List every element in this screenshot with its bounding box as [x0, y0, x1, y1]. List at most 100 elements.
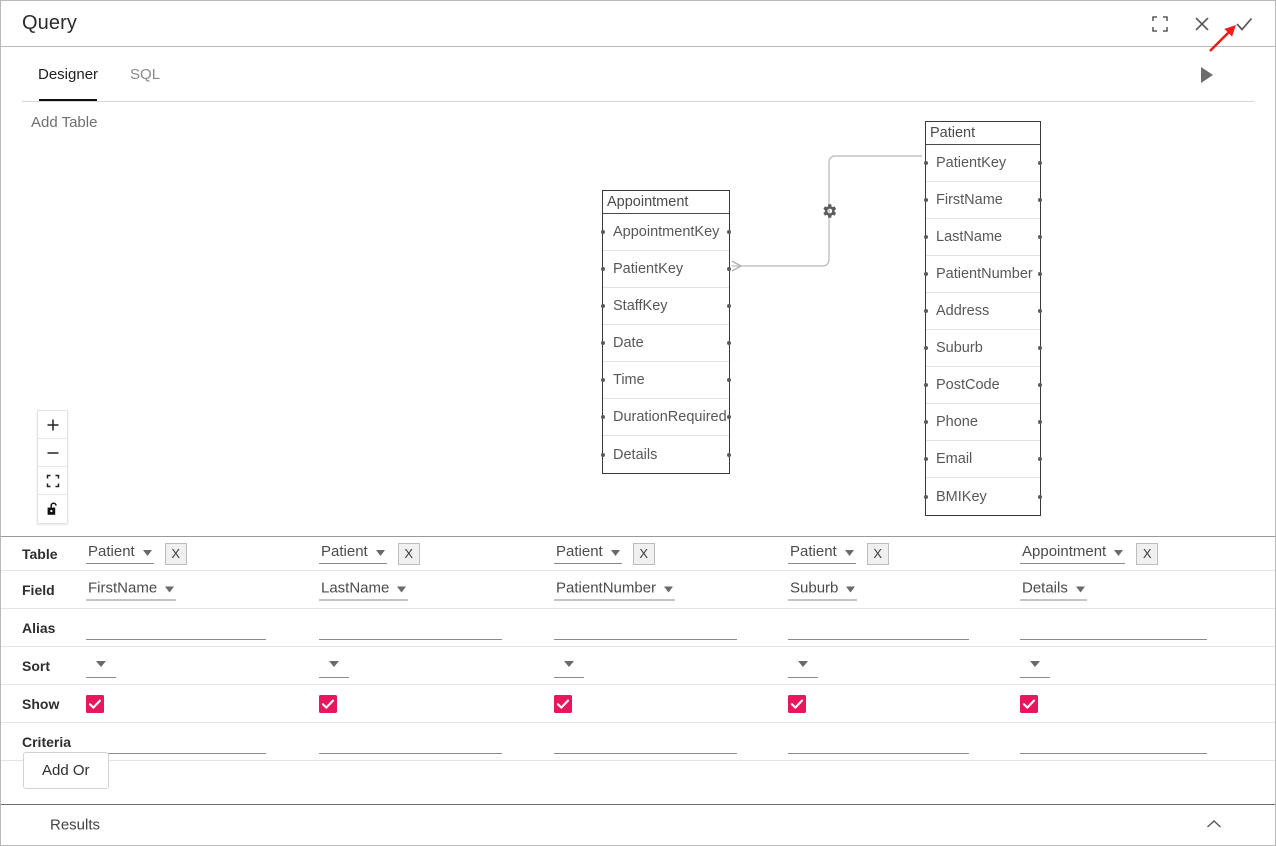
alias-input[interactable] [1020, 639, 1207, 640]
port-left[interactable] [601, 267, 605, 271]
entity-title-patient[interactable]: Patient [926, 122, 1040, 145]
show-checkbox[interactable] [86, 694, 104, 713]
show-checkbox[interactable] [319, 694, 337, 713]
grid-cell-alias[interactable] [554, 609, 782, 646]
port-left[interactable] [924, 272, 928, 276]
entity-field[interactable]: PatientKey [924, 145, 1042, 182]
port-left[interactable] [924, 161, 928, 165]
port-right[interactable] [1038, 420, 1042, 424]
entity-field[interactable]: BMIKey [924, 478, 1042, 515]
sort-select[interactable] [1020, 654, 1050, 678]
port-right[interactable] [727, 230, 731, 234]
field-select[interactable]: Suburb [788, 579, 858, 600]
entity-field[interactable]: PatientNumber [924, 256, 1042, 293]
gear-icon[interactable] [820, 202, 838, 225]
port-left[interactable] [924, 420, 928, 424]
add-table-link[interactable]: Add Table [31, 114, 97, 131]
entity-field[interactable]: Phone [924, 404, 1042, 441]
fit-to-screen-button[interactable] [38, 467, 67, 495]
zoom-out-button[interactable] [38, 439, 67, 467]
port-left[interactable] [924, 235, 928, 239]
entity-field[interactable]: Time [601, 362, 731, 399]
chevron-up-icon[interactable] [1206, 816, 1222, 834]
port-right[interactable] [1038, 346, 1042, 350]
port-left[interactable] [924, 309, 928, 313]
entity-table-appointment[interactable]: Appointment AppointmentKey PatientKey St… [601, 190, 731, 474]
port-right[interactable] [1038, 235, 1042, 239]
port-right[interactable] [1038, 272, 1042, 276]
field-select[interactable]: LastName [319, 579, 409, 600]
entity-field[interactable]: DurationRequired [601, 399, 731, 436]
port-left[interactable] [601, 304, 605, 308]
entity-field[interactable]: StaffKey [601, 288, 731, 325]
entity-field[interactable]: PostCode [924, 367, 1042, 404]
alias-input[interactable] [86, 639, 266, 640]
lock-toggle-button[interactable] [38, 495, 67, 523]
port-left[interactable] [924, 346, 928, 350]
port-left[interactable] [601, 378, 605, 382]
field-select[interactable]: Details [1020, 579, 1087, 600]
port-right[interactable] [1038, 309, 1042, 313]
port-left[interactable] [601, 230, 605, 234]
field-select[interactable]: PatientNumber [554, 579, 676, 600]
port-left[interactable] [924, 383, 928, 387]
table-select[interactable]: Patient [319, 543, 387, 564]
table-select[interactable]: Patient [554, 543, 622, 564]
entity-field[interactable]: AppointmentKey [601, 214, 731, 251]
port-left[interactable] [924, 198, 928, 202]
show-checkbox[interactable] [1020, 694, 1038, 713]
port-left[interactable] [601, 452, 605, 457]
table-select[interactable]: Appointment [1020, 543, 1126, 564]
port-right[interactable] [1038, 494, 1042, 499]
port-right[interactable] [1038, 383, 1042, 387]
run-query-button[interactable] [1191, 59, 1223, 91]
grid-cell-alias[interactable] [788, 609, 1014, 646]
show-checkbox[interactable] [788, 694, 806, 713]
alias-input[interactable] [319, 639, 502, 640]
port-right[interactable] [727, 452, 731, 457]
entity-field[interactable]: Email [924, 441, 1042, 478]
sort-select[interactable] [86, 654, 116, 678]
entity-table-patient[interactable]: Patient PatientKey FirstName LastName Pa… [924, 121, 1042, 516]
grid-cell-alias[interactable] [86, 609, 311, 646]
entity-field[interactable]: Date [601, 325, 731, 362]
remove-column-button[interactable]: X [866, 542, 889, 565]
results-panel-header[interactable]: Results [1, 804, 1275, 845]
entity-field[interactable]: Details [601, 436, 731, 473]
port-right[interactable] [727, 378, 731, 382]
alias-input[interactable] [788, 639, 969, 640]
entity-field[interactable]: FirstName [924, 182, 1042, 219]
fullscreen-icon[interactable] [1139, 2, 1181, 46]
add-or-button[interactable]: Add Or [23, 752, 109, 789]
entity-field[interactable]: Suburb [924, 330, 1042, 367]
entity-field[interactable]: PatientKey [601, 251, 731, 288]
sort-select[interactable] [788, 654, 818, 678]
table-select[interactable]: Patient [86, 543, 154, 564]
grid-cell-alias[interactable] [1020, 609, 1252, 646]
remove-column-button[interactable]: X [164, 542, 187, 565]
port-right[interactable] [727, 267, 731, 271]
field-select[interactable]: FirstName [86, 579, 177, 600]
sort-select[interactable] [554, 654, 584, 678]
diagram-canvas[interactable]: Add Table Appointment AppointmentKey Pat… [1, 103, 1275, 536]
show-checkbox[interactable] [554, 694, 572, 713]
port-left[interactable] [601, 341, 605, 345]
grid-cell-alias[interactable] [319, 609, 547, 646]
sort-select[interactable] [319, 654, 349, 678]
port-left[interactable] [924, 494, 928, 499]
confirm-icon[interactable] [1223, 2, 1265, 46]
alias-input[interactable] [554, 639, 737, 640]
remove-column-button[interactable]: X [397, 542, 420, 565]
port-right[interactable] [1038, 161, 1042, 165]
remove-column-button[interactable]: X [632, 542, 655, 565]
port-right[interactable] [727, 341, 731, 345]
tab-sql[interactable]: SQL [114, 47, 176, 102]
port-left[interactable] [601, 415, 605, 419]
entity-field[interactable]: Address [924, 293, 1042, 330]
port-right[interactable] [727, 415, 731, 419]
port-right[interactable] [1038, 198, 1042, 202]
close-icon[interactable] [1181, 2, 1223, 46]
remove-column-button[interactable]: X [1136, 542, 1159, 565]
entity-title-appointment[interactable]: Appointment [603, 191, 729, 214]
tab-designer[interactable]: Designer [22, 47, 114, 102]
